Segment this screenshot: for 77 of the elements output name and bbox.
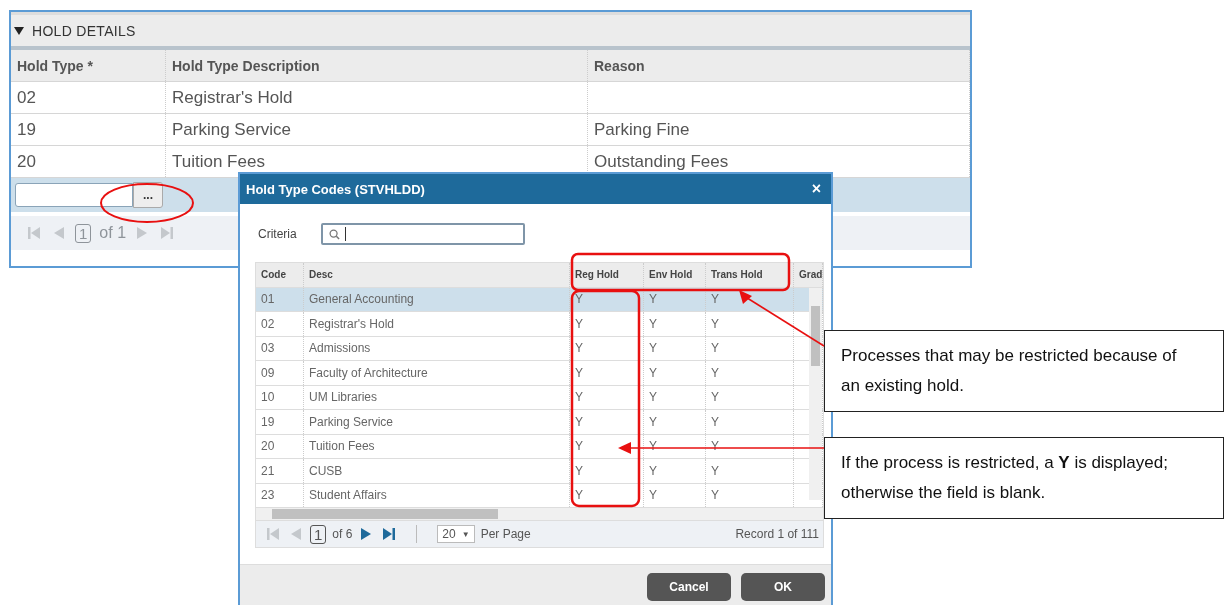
table-cell: 02 [11,82,166,113]
table-cell: Admissions [304,336,570,360]
table-cell: 01 [256,287,304,311]
table-cell: Y [570,410,644,434]
per-page-select[interactable]: 20 ▼ [437,525,475,543]
column-header[interactable]: Grad [794,263,823,287]
column-header[interactable]: Trans Hold [706,263,794,287]
table-cell: General Accounting [304,287,570,311]
table-cell: Y [570,483,644,507]
table-cell: Y [706,336,794,360]
table-cell: Y [644,459,706,483]
column-header[interactable]: Hold Type * [11,50,166,81]
per-page-label: Per Page [480,527,531,541]
table-cell: Y [644,483,706,507]
dialog-button[interactable]: OK [741,573,825,601]
table-cell: Y [706,312,794,336]
table-cell: Y [570,361,644,385]
table-cell: 03 [256,336,304,360]
table-cell: Y [644,410,706,434]
dialog-title: Hold Type Codes (STVHLDD) [246,181,425,197]
table-cell: Student Affairs [304,483,570,507]
table-cell: 21 [256,459,304,483]
table-cell: Y [644,361,706,385]
column-header[interactable]: Hold Type Description [166,50,588,81]
table-cell: Y [644,312,706,336]
page-count: of 6 [332,527,353,541]
vertical-scrollbar[interactable] [809,287,822,500]
column-header[interactable]: Env Hold [644,263,706,287]
table-cell: Y [570,385,644,409]
table-cell: Y [706,459,794,483]
table-cell: 10 [256,385,304,409]
last-page-icon[interactable] [380,526,397,542]
criteria-label: Criteria [258,227,297,241]
table-cell: 23 [256,483,304,507]
table-cell: Tuition Fees [304,434,570,458]
table-cell: Y [706,361,794,385]
horizontal-scrollbar[interactable] [256,508,823,520]
table-cell: Y [644,287,706,311]
column-header[interactable]: Reason [588,50,970,81]
table-cell: Faculty of Architecture [304,361,570,385]
column-header[interactable]: Code [256,263,304,287]
search-field[interactable] [320,223,525,245]
table-cell: Registrar's Hold [166,82,588,113]
table-cell: Y [706,385,794,409]
table-cell: CUSB [304,459,570,483]
table-cell: Y [644,336,706,360]
table-cell: Y [570,312,644,336]
table-cell: Y [644,385,706,409]
page-count: of 1 [99,224,127,242]
table-cell: Y [570,336,644,360]
table-cell: UM Libraries [304,385,570,409]
table-cell: Registrar's Hold [304,312,570,336]
collapse-triangle-icon[interactable] [14,26,24,35]
column-header[interactable]: Reg Hold [570,263,644,287]
callout-text: If the process is restricted, a Y is displayed; otherwise the field is blank. [824,437,1224,519]
table-cell: Y [706,483,794,507]
table-cell: 20 [11,146,166,177]
table-cell: Parking Service [304,410,570,434]
hold-type-input[interactable] [15,183,133,207]
close-button[interactable]: × [811,180,821,198]
callout-text: Processes that may be restricted because of an existing hold. [824,330,1224,412]
table-cell: 19 [11,114,166,145]
record-count: Record 1 of 111 [735,527,819,541]
dialog-button[interactable]: Cancel [647,573,731,601]
lookup-button[interactable]: ... [133,182,163,208]
table-cell: 19 [256,410,304,434]
page-number-field[interactable]: 1 [310,524,327,544]
table-cell: 09 [256,361,304,385]
table-cell: 20 [256,434,304,458]
table-cell: Parking Service [166,114,588,145]
table-cell: Y [706,410,794,434]
column-header[interactable]: Desc [304,263,570,287]
section-title: HOLD DETAILS [32,22,136,39]
table-cell: Y [570,459,644,483]
search-icon [328,228,340,240]
table-cell: 02 [256,312,304,336]
table-cell: Parking Fine [588,114,970,145]
